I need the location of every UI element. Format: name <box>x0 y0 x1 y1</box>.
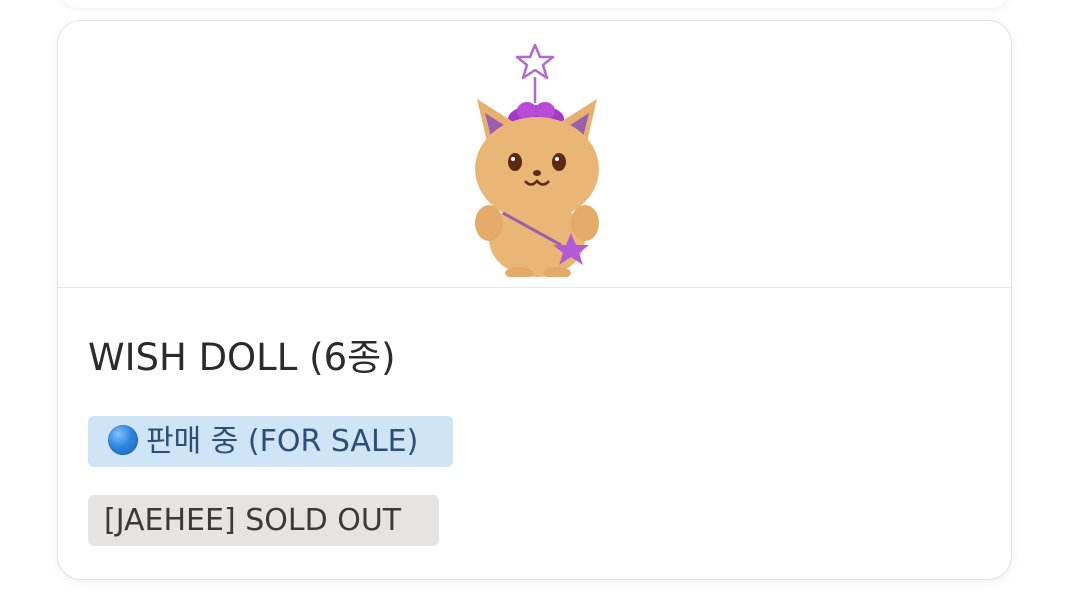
blue-circle-icon <box>108 425 138 455</box>
status-tag-for-sale: 판매 중 (FOR SALE) <box>88 416 453 467</box>
product-title: WISH DOLL (6종) <box>88 336 396 379</box>
star-charm-icon <box>515 43 555 80</box>
product-card[interactable]: WISH DOLL (6종) 판매 중 (FOR SALE) [JAEHEE] … <box>57 20 1012 580</box>
product-cover-image[interactable] <box>58 21 1011 288</box>
plush-doll-image <box>475 43 599 277</box>
previous-card-edge <box>57 0 1012 8</box>
status-tag-label: 판매 중 (FOR SALE) <box>146 424 419 459</box>
status-tag-label: [JAEHEE] SOLD OUT <box>104 503 402 538</box>
status-tag-sold-out: [JAEHEE] SOLD OUT <box>88 495 439 546</box>
